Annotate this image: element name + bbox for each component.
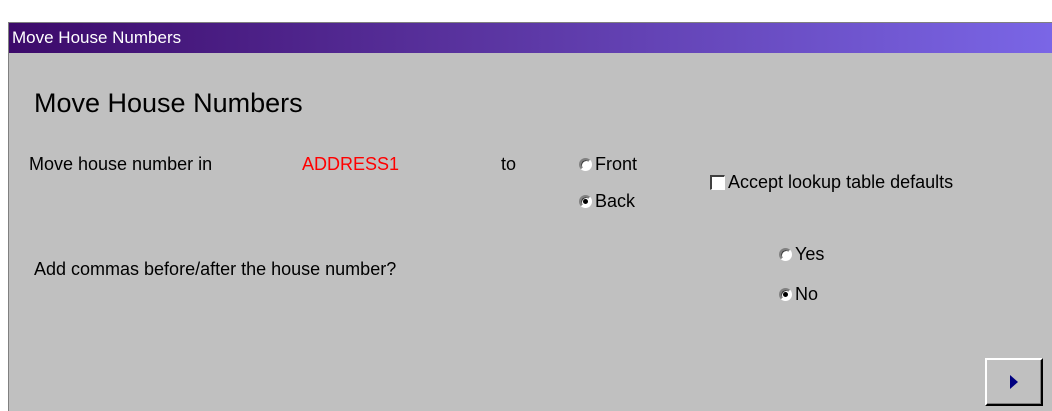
address-field-name: ADDRESS1 [302,154,400,174]
radio-yes[interactable]: Yes [779,244,824,265]
accept-defaults-checkbox-box[interactable] [710,175,725,190]
dialog-window: Move House Numbers Move House Numbers Mo… [8,22,1052,411]
radio-back-label: Back [595,191,636,211]
commas-question-label: Add commas before/after the house number… [34,259,397,279]
to-label: to [501,154,517,174]
radio-back-indicator[interactable] [579,195,592,208]
radio-front[interactable]: Front [579,154,637,175]
play-arrow-icon [1010,375,1018,389]
radio-no-label: No [795,284,819,304]
accept-defaults-checkbox[interactable]: Accept lookup table defaults [710,172,953,193]
move-house-number-label: Move house number in [29,154,213,174]
page-title: Move House Numbers [34,88,303,118]
radio-front-indicator[interactable] [579,158,592,171]
radio-yes-label: Yes [795,244,825,264]
radio-no[interactable]: No [779,284,818,305]
radio-no-indicator[interactable] [779,288,792,301]
radio-front-label: Front [595,154,638,174]
radio-yes-indicator[interactable] [779,248,792,261]
accept-defaults-label: Accept lookup table defaults [728,172,954,192]
window-title-bar: Move House Numbers [9,23,1052,53]
window-title: Move House Numbers [12,28,182,47]
next-button[interactable] [985,358,1043,406]
radio-back[interactable]: Back [579,191,635,212]
